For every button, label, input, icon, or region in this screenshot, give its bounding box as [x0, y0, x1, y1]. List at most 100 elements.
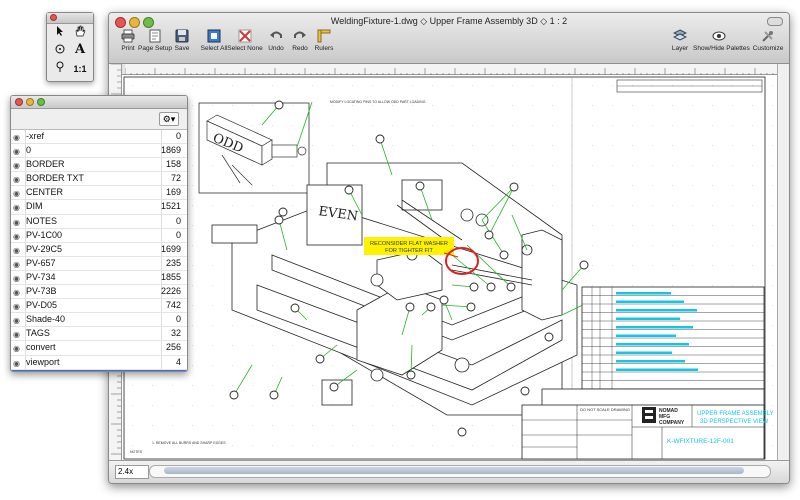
- horizontal-scroll-thumb[interactable]: [164, 467, 744, 474]
- layer-object-count: 4: [175, 356, 181, 367]
- gear-icon: ⚙▾: [162, 114, 176, 124]
- visibility-eye-icon[interactable]: ◉: [13, 216, 23, 229]
- layer-name: PV-657: [26, 257, 56, 268]
- layer-name: AnnotationLayer: [26, 370, 92, 372]
- window-title: WeldingFixture-1.dwg ◇ Upper Frame Assem…: [330, 16, 568, 26]
- visibility-eye-icon[interactable]: ◉: [13, 131, 23, 144]
- layer-row[interactable]: ◉ -xref 0: [11, 130, 187, 145]
- layer-row[interactable]: ◉ CENTER 169: [11, 186, 187, 201]
- pin-tool[interactable]: [51, 61, 69, 77]
- visibility-eye-icon[interactable]: ◉: [13, 173, 23, 186]
- redo-icon: [294, 31, 306, 38]
- layers-minimize-button[interactable]: [26, 98, 34, 106]
- text-tool[interactable]: A: [71, 42, 89, 58]
- layers-zoom-button[interactable]: [37, 98, 45, 106]
- layer-row[interactable]: ◉ 0 1869: [11, 144, 187, 159]
- rulers-button[interactable]: Rulers: [307, 29, 341, 61]
- customize-label: Customize: [752, 45, 784, 52]
- layers-palette-titlebar: [11, 96, 187, 109]
- window-titlebar: WeldingFixture-1.dwg ◇ Upper Frame Assem…: [109, 13, 789, 64]
- scale-tool[interactable]: 1:1: [71, 61, 89, 77]
- layer-row[interactable]: ◉ PV-D05 742: [11, 299, 187, 314]
- select-all-icon: [207, 29, 221, 43]
- layers-close-button[interactable]: [15, 98, 23, 106]
- drawing-number: K-WFIXTURE-12F-001: [667, 438, 734, 445]
- drawing-title-line1: UPPER FRAME ASSEMBLY: [697, 411, 774, 417]
- arrow-tool[interactable]: [51, 25, 69, 41]
- layer-name: DIM: [26, 201, 43, 212]
- visibility-eye-icon[interactable]: ◉: [13, 187, 23, 200]
- customize-button[interactable]: Customize: [749, 29, 787, 61]
- show-hide-palettes-label: Show/Hide Palettes: [693, 45, 750, 52]
- select-none-label: Select None: [227, 45, 263, 52]
- layer-row[interactable]: ◉ PV-73B 2226: [11, 285, 187, 300]
- visibility-eye-icon[interactable]: ◉: [13, 342, 23, 355]
- callout-text: MODIFY LOCATING PINS TO ALLOW ODD PART L…: [330, 100, 426, 104]
- layer-row[interactable]: ◉ DIM 1521: [11, 200, 187, 215]
- visibility-eye-icon[interactable]: ◉: [13, 244, 23, 257]
- tools-palette: A 1:1: [46, 12, 94, 82]
- visibility-eye-icon[interactable]: ◉: [13, 371, 23, 372]
- tools-palette-titlebar: [47, 13, 93, 24]
- arrow-icon: [57, 26, 63, 36]
- visibility-eye-icon[interactable]: ◉: [13, 300, 23, 313]
- layer-row[interactable]: ◉ Shade-40 0: [11, 313, 187, 328]
- eye-icon: [712, 31, 726, 41]
- visibility-eye-icon[interactable]: ◉: [13, 357, 23, 370]
- select-none-button[interactable]: Select None: [227, 29, 263, 61]
- visibility-eye-icon[interactable]: ◉: [13, 201, 23, 214]
- visibility-eye-icon[interactable]: ◉: [13, 328, 23, 341]
- visibility-eye-icon[interactable]: ◉: [13, 230, 23, 243]
- main-window: WeldingFixture-1.dwg ◇ Upper Frame Assem…: [108, 12, 790, 484]
- tools-close-button[interactable]: [50, 14, 57, 21]
- select-none-icon: [238, 29, 252, 43]
- layers-palette: ⚙▾ ◉ -xref 0 ◉ 0 1869 ◉ BORDER 158 ◉ BORDER TXT 72 ◉…: [10, 95, 188, 372]
- layer-row[interactable]: ◉ viewport 4: [11, 356, 187, 370]
- select-all-button[interactable]: Select All: [197, 29, 231, 61]
- layer-object-count: 1699: [160, 243, 181, 254]
- layer-row[interactable]: ◉ PV-1C00 0: [11, 229, 187, 243]
- layer-object-count: 0: [175, 314, 181, 325]
- layer-row[interactable]: ◉AnnotationLayer 2: [11, 369, 187, 372]
- save-icon: [175, 29, 189, 43]
- hand-tool[interactable]: [71, 25, 89, 41]
- layer-object-count: 1521: [160, 201, 181, 212]
- layer-row[interactable]: ◉ PV-29C5 1699: [11, 243, 187, 257]
- drawing-canvas[interactable]: ODD MODIFY LOCATING PINS TO ALLOW ODD PA…: [122, 75, 777, 460]
- layer-name: convert: [26, 342, 56, 353]
- layer-name: TAGS: [26, 328, 50, 339]
- layer-row[interactable]: ◉ BORDER 158: [11, 158, 187, 173]
- layers-action-menu[interactable]: ⚙▾: [159, 112, 179, 126]
- layer-row[interactable]: ◉ PV-657 235: [11, 257, 187, 271]
- layer-row[interactable]: ◉ TAGS 32: [11, 327, 187, 342]
- zoom-level-field[interactable]: 2.4x: [115, 465, 149, 479]
- layer-name: -xref: [26, 131, 44, 141]
- toolbar-toggle-button[interactable]: [767, 17, 783, 26]
- layer-object-count: 0: [175, 215, 181, 226]
- horizontal-ruler[interactable]: [124, 64, 777, 77]
- layer-object-count: 72: [170, 173, 181, 184]
- measure-tool[interactable]: [51, 43, 69, 59]
- visibility-eye-icon[interactable]: ◉: [13, 258, 23, 271]
- visibility-eye-icon[interactable]: ◉: [13, 314, 23, 327]
- visibility-eye-icon[interactable]: ◉: [13, 286, 23, 299]
- horizontal-scrollbar[interactable]: [149, 465, 771, 478]
- visibility-eye-icon[interactable]: ◉: [13, 272, 23, 285]
- show-hide-palettes-button[interactable]: Show/Hide Palettes: [693, 29, 750, 61]
- revision-table: [581, 286, 765, 390]
- hand-icon: [75, 25, 86, 37]
- layer-row[interactable]: ◉ NOTES 0: [11, 215, 187, 229]
- visibility-eye-icon[interactable]: ◉: [13, 159, 23, 172]
- visibility-eye-icon[interactable]: ◉: [13, 145, 23, 158]
- customize-icon: [762, 31, 773, 42]
- layer-row[interactable]: ◉ BORDER TXT 72: [11, 172, 187, 187]
- save-button[interactable]: Save: [165, 29, 199, 61]
- vertical-scrollbar[interactable]: [777, 64, 789, 460]
- layer-row[interactable]: ◉ PV-734 1855: [11, 271, 187, 286]
- layer-row[interactable]: ◉ convert 256: [11, 341, 187, 356]
- layer-name: 0: [26, 145, 32, 156]
- layer-name: BORDER: [26, 159, 65, 170]
- rulers-icon: [317, 29, 331, 43]
- pin-icon: [56, 61, 64, 72]
- layer-button[interactable]: Layer: [663, 29, 697, 61]
